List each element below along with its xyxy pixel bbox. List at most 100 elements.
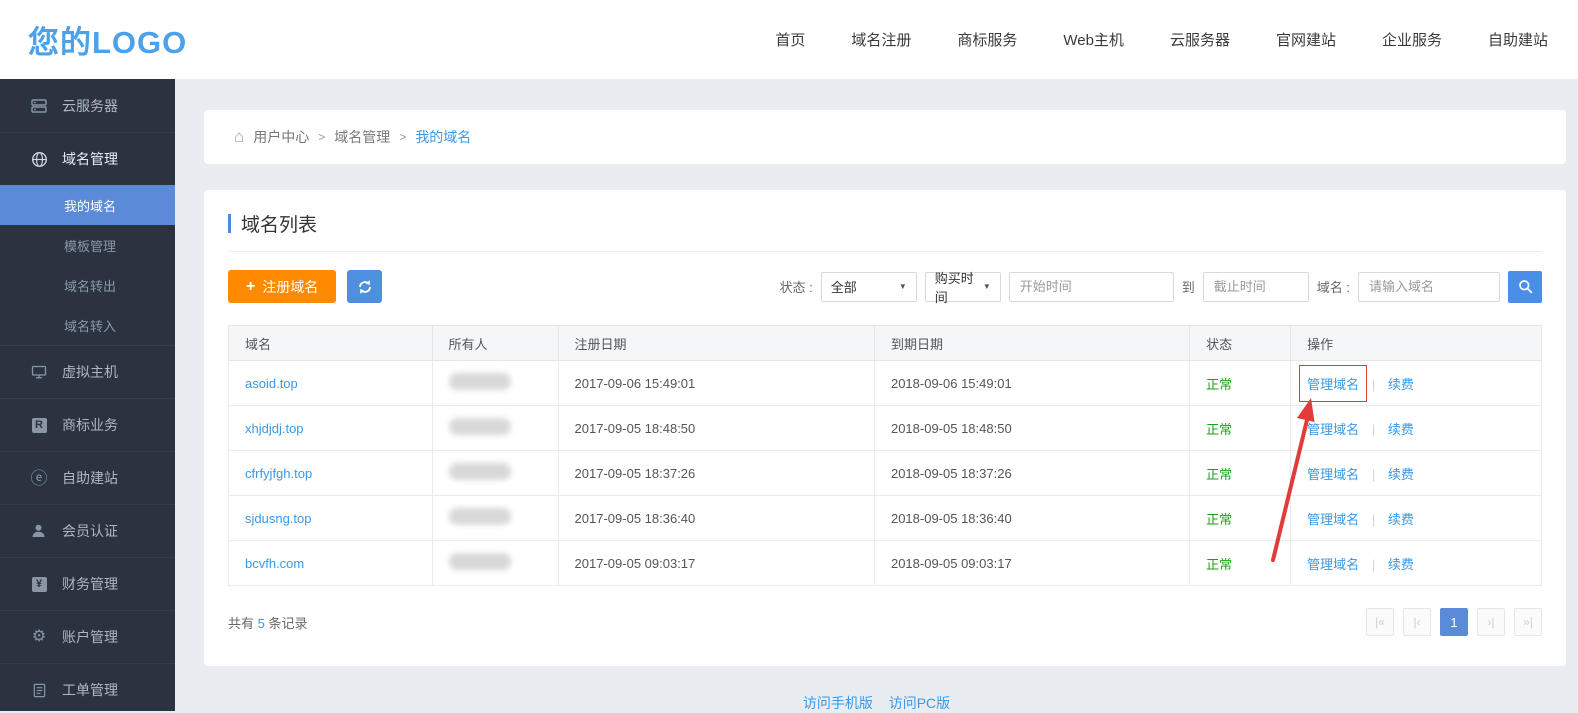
table-row: asoid.top 2017-09-06 15:49:01 2018-09-06… — [229, 361, 1542, 406]
manage-domain-link[interactable]: 管理域名 — [1307, 512, 1359, 527]
search-icon — [1518, 279, 1533, 294]
status-badge: 正常 — [1206, 557, 1232, 572]
manage-domain-link[interactable]: 管理域名 — [1307, 377, 1359, 392]
nav-item-website-building[interactable]: 官网建站 — [1276, 29, 1336, 50]
sidebar-subitem-template-mgmt[interactable]: 模板管理 — [0, 225, 175, 265]
breadcrumb-separator: > — [399, 130, 406, 144]
sidebar-item-self-build[interactable]: ⓔ 自助建站 — [0, 451, 175, 504]
pagination-first-button[interactable]: |« — [1366, 608, 1394, 636]
top-header: 您的LOGO 首页 域名注册 商标服务 Web主机 云服务器 官网建站 企业服务… — [0, 0, 1578, 79]
caret-down-icon: ▼ — [983, 282, 991, 291]
pagination-prev-button[interactable]: |‹ — [1403, 608, 1431, 636]
renew-link[interactable]: 续费 — [1388, 377, 1414, 392]
nav-item-web-hosting[interactable]: Web主机 — [1063, 29, 1124, 50]
column-header-status: 状态 — [1190, 326, 1291, 361]
renew-link[interactable]: 续费 — [1388, 422, 1414, 437]
sidebar-item-work-order[interactable]: 工单管理 — [0, 663, 175, 711]
nav-item-cloud-server[interactable]: 云服务器 — [1170, 29, 1230, 50]
action-separator: | — [1372, 377, 1375, 392]
register-domain-button[interactable]: + 注册域名 — [228, 270, 336, 303]
search-button[interactable] — [1508, 271, 1542, 303]
table-row: cfrfyjfgh.top 2017-09-05 18:37:26 2018-0… — [229, 451, 1542, 496]
sidebar-subitem-my-domains[interactable]: 我的域名 — [0, 185, 175, 225]
pagination-last-button[interactable]: »| — [1514, 608, 1542, 636]
plus-icon: + — [246, 278, 255, 296]
nav-item-home[interactable]: 首页 — [775, 29, 805, 50]
table-footer: 共有 5 条记录 |« |‹ 1 ›| »| — [228, 608, 1542, 636]
domain-link[interactable]: bcvfh.com — [245, 556, 304, 571]
member-icon — [30, 522, 48, 540]
owner-redacted — [449, 463, 511, 480]
domain-search-input[interactable] — [1358, 272, 1500, 302]
registered-date: 2017-09-05 18:36:40 — [558, 496, 874, 541]
sidebar-item-label: 自助建站 — [62, 468, 118, 488]
column-header-actions: 操作 — [1291, 326, 1542, 361]
expire-date: 2018-09-05 18:48:50 — [874, 406, 1189, 451]
action-separator: | — [1372, 467, 1375, 482]
status-badge: 正常 — [1206, 467, 1232, 482]
renew-link[interactable]: 续费 — [1388, 467, 1414, 482]
sidebar-item-label: 云服务器 — [62, 96, 118, 116]
domain-link[interactable]: cfrfyjfgh.top — [245, 466, 312, 481]
manage-domain-link[interactable]: 管理域名 — [1307, 557, 1359, 572]
renew-link[interactable]: 续费 — [1388, 557, 1414, 572]
logo[interactable]: 您的LOGO — [28, 17, 187, 62]
expire-date: 2018-09-05 18:37:26 — [874, 451, 1189, 496]
domain-list-card: 域名列表 + 注册域名 状态 : 全部 ▼ 购买时间 ▼ — [204, 190, 1566, 666]
action-separator: | — [1372, 557, 1375, 572]
status-badge: 正常 — [1206, 422, 1232, 437]
domain-link[interactable]: xhjdjdj.top — [245, 421, 304, 436]
sidebar-subitem-transfer-out[interactable]: 域名转出 — [0, 265, 175, 305]
status-badge: 正常 — [1206, 377, 1232, 392]
pagination-page-1[interactable]: 1 — [1440, 608, 1468, 636]
pagination-next-button[interactable]: ›| — [1477, 608, 1505, 636]
end-date-input[interactable] — [1203, 272, 1309, 302]
sidebar: 云服务器 域名管理 我的域名 模板管理 域名转出 域名转入 虚拟主机 R 商标业… — [0, 79, 175, 711]
domain-link[interactable]: sjdusng.top — [245, 511, 312, 526]
domain-link[interactable]: asoid.top — [245, 376, 298, 391]
filter-bar: 状态 : 全部 ▼ 购买时间 ▼ 到 域名 : — [780, 271, 1542, 303]
mobile-version-link[interactable]: 访问手机版 — [803, 695, 873, 711]
table-row: bcvfh.com 2017-09-05 09:03:17 2018-09-05… — [229, 541, 1542, 586]
column-header-domain: 域名 — [229, 326, 433, 361]
owner-redacted — [449, 373, 511, 390]
sidebar-subitem-transfer-in[interactable]: 域名转入 — [0, 305, 175, 345]
sidebar-item-member-auth[interactable]: 会员认证 — [0, 504, 175, 557]
column-header-registered: 注册日期 — [558, 326, 874, 361]
owner-redacted — [449, 553, 511, 570]
breadcrumb: ⌂ 用户中心 > 域名管理 > 我的域名 — [204, 110, 1566, 164]
nav-item-trademark-service[interactable]: 商标服务 — [957, 29, 1017, 50]
renew-link[interactable]: 续费 — [1388, 512, 1414, 527]
card-title-row: 域名列表 — [228, 210, 1542, 252]
sidebar-item-label: 财务管理 — [62, 574, 118, 594]
expire-date: 2018-09-05 18:36:40 — [874, 496, 1189, 541]
nav-item-enterprise-service[interactable]: 企业服务 — [1382, 29, 1442, 50]
nav-item-domain-register[interactable]: 域名注册 — [851, 29, 911, 50]
status-select[interactable]: 全部 ▼ — [821, 272, 917, 302]
domain-filter-label: 域名 : — [1317, 277, 1350, 296]
nav-item-self-build[interactable]: 自助建站 — [1488, 29, 1548, 50]
sidebar-item-label: 账户管理 — [62, 627, 118, 647]
time-type-select[interactable]: 购买时间 ▼ — [925, 272, 1001, 302]
breadcrumb-domain-mgmt[interactable]: 域名管理 — [334, 127, 390, 147]
column-header-expires: 到期日期 — [874, 326, 1189, 361]
sidebar-item-domain-mgmt[interactable]: 域名管理 — [0, 132, 175, 185]
sidebar-item-account[interactable]: ⚙ 账户管理 — [0, 610, 175, 663]
breadcrumb-user-center[interactable]: 用户中心 — [253, 127, 309, 147]
pc-version-link[interactable]: 访问PC版 — [889, 695, 950, 711]
sidebar-item-cloud-server[interactable]: 云服务器 — [0, 79, 175, 132]
manage-domain-link[interactable]: 管理域名 — [1307, 422, 1359, 437]
finance-icon: ¥ — [30, 575, 48, 593]
manage-domain-link[interactable]: 管理域名 — [1307, 467, 1359, 482]
home-icon: ⌂ — [234, 127, 244, 147]
refresh-button[interactable] — [347, 270, 382, 303]
sidebar-item-trademark[interactable]: R 商标业务 — [0, 398, 175, 451]
sidebar-item-virtual-host[interactable]: 虚拟主机 — [0, 345, 175, 398]
work-order-icon — [30, 681, 48, 699]
toolbar: + 注册域名 状态 : 全部 ▼ 购买时间 ▼ 到 — [228, 270, 1542, 303]
breadcrumb-separator: > — [318, 130, 325, 144]
start-date-input[interactable] — [1009, 272, 1174, 302]
action-separator: | — [1372, 512, 1375, 527]
sidebar-item-finance[interactable]: ¥ 财务管理 — [0, 557, 175, 610]
column-header-owner: 所有人 — [432, 326, 558, 361]
